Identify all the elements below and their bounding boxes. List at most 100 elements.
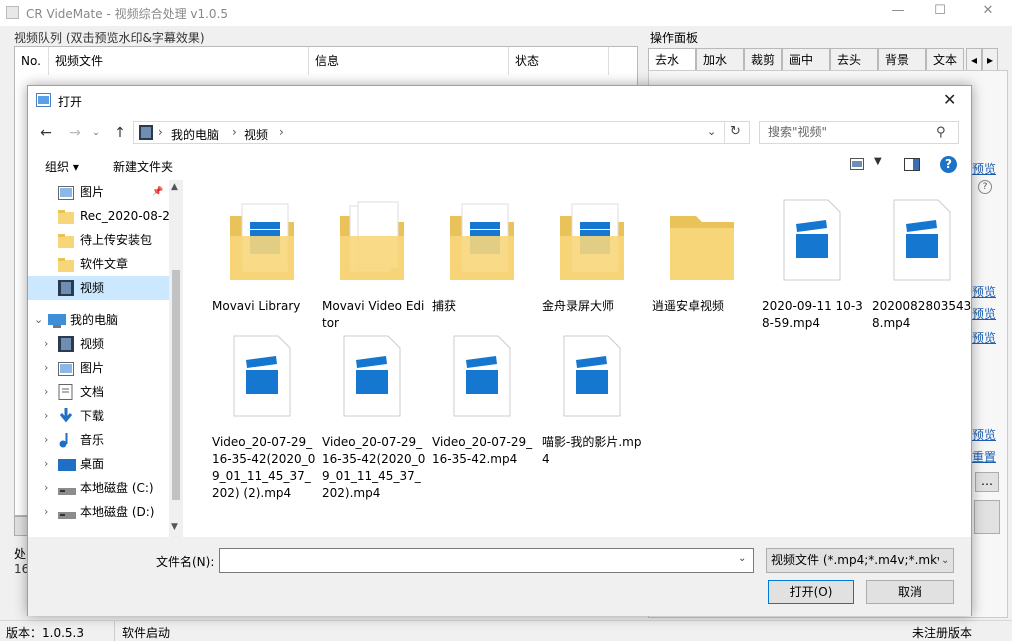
new-folder-button[interactable]: 新建文件夹 [113, 158, 173, 175]
nav-scrollbar[interactable]: ▲ ▼ [169, 180, 183, 537]
preview-link-1[interactable]: 预览 [972, 160, 996, 177]
collapse-chevron-icon[interactable]: › [44, 380, 48, 404]
file-item[interactable]: 捕获 [428, 192, 536, 322]
nav-item-label: 我的电脑 [70, 313, 119, 327]
address-dropdown-icon[interactable]: ⌄ [707, 125, 716, 138]
status-message: 软件启动 [122, 626, 171, 640]
preview-pane-icon[interactable] [904, 158, 920, 171]
forward-icon[interactable]: → [64, 122, 86, 144]
breadcrumb-computer[interactable]: 我的电脑 [171, 126, 219, 143]
file-item[interactable]: 喵影-我的影片.mp4 [538, 328, 646, 466]
file-item[interactable]: 金舟录屏大师 [538, 192, 646, 322]
column-info[interactable]: 信息 [309, 47, 509, 75]
nav-item[interactable]: 图片 📌 [28, 180, 169, 204]
breadcrumb-videos[interactable]: 视频 [244, 126, 268, 143]
dialog-close-icon[interactable]: ✕ [943, 90, 956, 109]
nav-item[interactable]: › 本地磁盘 (D:) [28, 500, 169, 524]
nav-item[interactable]: 待上传安装包 [28, 228, 169, 252]
nav-item[interactable]: › 文档 [28, 380, 169, 404]
tab-pip[interactable]: 画中画 [782, 48, 830, 89]
filename-dropdown-icon[interactable]: ⌄ [738, 553, 746, 564]
file-item[interactable]: Movavi Video Editor [318, 192, 426, 330]
cancel-button[interactable]: 取消 [866, 580, 954, 604]
view-icon[interactable] [850, 158, 864, 170]
file-type-dropdown-icon[interactable]: ⌄ [939, 549, 950, 572]
reset-link[interactable]: 重置 [972, 448, 996, 465]
refresh-icon[interactable]: ↻ [730, 124, 741, 139]
tab-scroll-left-icon[interactable]: ◂ [966, 48, 982, 70]
collapse-chevron-icon[interactable]: › [44, 476, 48, 500]
column-no[interactable]: No. [15, 47, 49, 75]
tab-trim[interactable]: 去头尾 [830, 48, 878, 89]
nav-item[interactable]: › 下载 [28, 404, 169, 428]
file-item[interactable]: 2020-09-11 10-38-59.mp4 [758, 192, 866, 330]
pin-icon[interactable]: 📌 [152, 180, 163, 204]
file-item[interactable]: 逍遥安卓视频 [648, 192, 756, 322]
navigation-pane: 图片 📌 Rec_2020-08-2 待上传安装包 软件文章 视频 ⌄ 我的电脑 › 视频 › 图片 ›… [28, 180, 183, 537]
column-file[interactable]: 视频文件 [49, 47, 309, 75]
filename-input[interactable]: ⌄ [219, 548, 754, 573]
tab-remove-watermark[interactable]: 去水印 [648, 48, 696, 89]
tab-text[interactable]: 文本 [926, 48, 964, 70]
nav-item[interactable]: Rec_2020-08-2 [28, 204, 170, 228]
file-item[interactable]: Movavi Library [208, 192, 316, 322]
help-icon[interactable]: ? [940, 156, 957, 173]
preview-link-5[interactable]: 预览 [972, 426, 996, 443]
process-button[interactable] [974, 500, 1000, 534]
file-item[interactable]: Video_20-07-29_16-35-42(2020_09_01_11_45… [318, 328, 426, 500]
nav-item[interactable]: › 桌面 [28, 452, 169, 476]
folder-icon [446, 196, 518, 291]
help-icon[interactable]: ? [978, 180, 992, 194]
file-item[interactable]: 20200828035438.mp4 [868, 192, 976, 330]
file-item[interactable]: Video_20-07-29_16-35-42(2020_09_01_11_45… [208, 328, 316, 500]
minimize-icon[interactable]: — [878, 3, 918, 23]
nav-item[interactable]: › 图片 [28, 356, 169, 380]
search-box[interactable]: 搜索"视频" ⚲ [759, 121, 959, 144]
collapse-chevron-icon[interactable]: › [44, 500, 48, 524]
nav-item[interactable]: ⌄ 我的电脑 [28, 308, 169, 332]
recent-dropdown-icon[interactable]: ⌄ [89, 122, 103, 144]
version-text: 版本：1.0.5.3 [6, 626, 84, 640]
open-button[interactable]: 打开(O) [768, 580, 854, 604]
maximize-icon[interactable]: ☐ [920, 3, 960, 23]
close-icon[interactable]: ✕ [968, 3, 1008, 23]
file-name: 捕获 [432, 299, 457, 313]
folder-icon [556, 196, 628, 291]
collapse-chevron-icon[interactable]: › [44, 404, 48, 428]
status-bar: 版本：1.0.5.3 软件启动 未注册版本 [0, 620, 1012, 641]
scroll-down-icon[interactable]: ▼ [171, 522, 178, 532]
expand-chevron-icon[interactable]: ⌄ [34, 308, 43, 332]
collapse-chevron-icon[interactable]: › [44, 452, 48, 476]
file-list-area[interactable]: Movavi Library Movavi Video Editor 捕获 金舟录屏大… [188, 180, 971, 537]
drive-icon [58, 504, 76, 528]
nav-item[interactable]: › 本地磁盘 (C:) [28, 476, 169, 500]
file-type-select[interactable]: 视频文件 (*.mp4;*.m4v;*.mkv; ⌄ [766, 548, 954, 573]
column-status[interactable]: 状态 [509, 47, 609, 75]
tab-crop[interactable]: 裁剪 [744, 48, 782, 70]
back-icon[interactable]: ← [35, 122, 57, 144]
nav-scroll-thumb[interactable] [172, 270, 180, 500]
tab-bgm[interactable]: 背景音 [878, 48, 926, 89]
collapse-chevron-icon[interactable]: › [44, 332, 48, 356]
nav-item[interactable]: 软件文章 [28, 252, 169, 276]
queue-button[interactable] [14, 516, 28, 536]
collapse-chevron-icon[interactable]: › [44, 356, 48, 380]
scroll-up-icon[interactable]: ▲ [171, 182, 178, 192]
dialog-title-bar: 打开 ✕ [28, 86, 971, 116]
nav-item-label: 本地磁盘 (C:) [80, 481, 154, 495]
view-dropdown-icon[interactable]: ▼ [874, 156, 882, 167]
file-item[interactable]: Video_20-07-29_16-35-42.mp4 [428, 328, 536, 466]
file-name: 喵影-我的影片.mp4 [542, 435, 642, 466]
nav-item[interactable]: › 视频 [28, 332, 169, 356]
address-bar[interactable]: › 我的电脑 › 视频 › ⌄ ↻ [133, 121, 750, 144]
collapse-chevron-icon[interactable]: › [44, 428, 48, 452]
address-row: ← → ⌄ ↑ › 我的电脑 › 视频 › ⌄ ↻ 搜索"视频" ⚲ [28, 116, 971, 150]
tab-scroll-right-icon[interactable]: ▸ [982, 48, 998, 70]
nav-item[interactable]: › 音乐 [28, 428, 169, 452]
nav-item[interactable]: 视频 [28, 276, 169, 300]
tab-add-watermark[interactable]: 加水印 [696, 48, 744, 89]
dialog-bottom-bar: 文件名(N): ⌄ 视频文件 (*.mp4;*.m4v;*.mkv; ⌄ 打开(… [28, 537, 971, 616]
more-button[interactable]: … [975, 472, 999, 492]
up-icon[interactable]: ↑ [109, 122, 131, 144]
organize-menu[interactable]: 组织 ▾ [45, 158, 79, 175]
